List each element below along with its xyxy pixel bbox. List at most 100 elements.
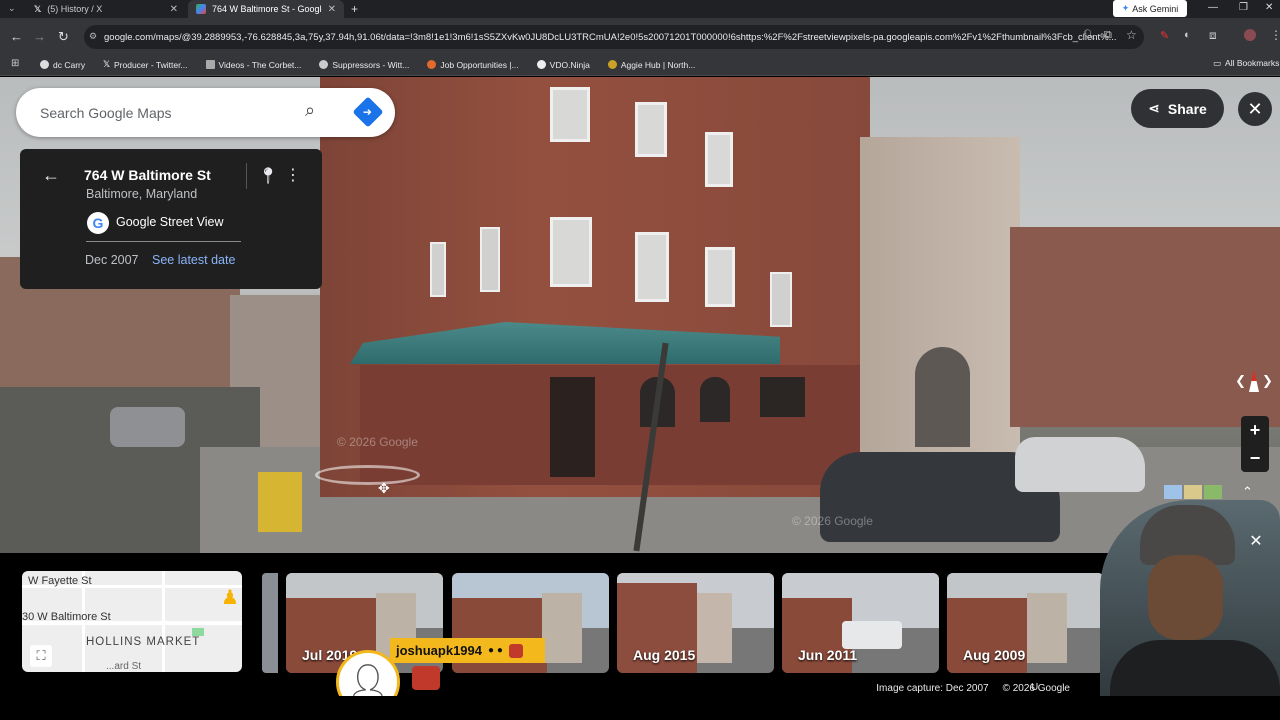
close-street-view-button[interactable]: ✕	[1238, 92, 1272, 126]
tab-google-maps[interactable]: 764 W Baltimore St - Google M ✕	[188, 0, 344, 18]
forward-icon[interactable]: →	[33, 29, 46, 44]
divider	[246, 163, 247, 189]
x-logo-icon: 𝕏	[34, 3, 42, 14]
window	[550, 217, 592, 287]
tab-search-chevron-icon[interactable]: ⌄	[8, 3, 16, 14]
see-latest-date-link[interactable]: See latest date	[152, 253, 235, 267]
bookmark-label: Job Opportunities |...	[440, 59, 519, 70]
window	[550, 87, 590, 142]
new-tab-icon[interactable]: +	[351, 2, 358, 16]
divider	[86, 241, 241, 242]
fullscreen-icon[interactable]: ⛶	[30, 645, 52, 667]
location-pin-icon[interactable]: 📍︎	[258, 166, 278, 186]
expand-chevron-icon[interactable]: ⌃	[1242, 484, 1253, 500]
window	[635, 232, 669, 302]
site-info-icon[interactable]: ⚙	[89, 31, 97, 42]
bottom-bar	[0, 696, 1280, 720]
bookmark-item[interactable]: VDO.Ninja	[536, 60, 590, 70]
timeline-date: Aug 2009	[963, 647, 1026, 663]
search-box[interactable]: Search Google Maps	[16, 88, 395, 137]
all-bookmarks-label: All Bookmarks	[1225, 58, 1280, 68]
bookmark-favicon-icon	[205, 60, 215, 69]
share-button[interactable]: ⋖ Share	[1131, 89, 1224, 128]
bookmark-favicon-icon	[536, 60, 546, 69]
more-options-icon[interactable]: ⋮	[285, 165, 301, 185]
zoom-out-button[interactable]: −	[1241, 444, 1269, 472]
address-bar[interactable]: google.com/maps/@39.2889953,-76.628845,3…	[84, 25, 1144, 49]
bookmark-label: dc Carry	[53, 59, 86, 70]
map-street-label: W Fayette St	[28, 575, 92, 587]
timeline-thumbnail[interactable]: Aug 2009	[947, 573, 1104, 673]
bookmark-item[interactable]: Suppressors - Witt...	[319, 60, 409, 70]
close-icon[interactable]: ✕	[170, 4, 178, 15]
newspaper-box	[258, 472, 302, 532]
timeline-thumb-partial[interactable]	[262, 573, 278, 673]
layer-thumbnails[interactable]: ⌃	[1162, 482, 1270, 502]
close-icon[interactable]: ✕	[328, 4, 336, 15]
install-app-icon[interactable]: ⧉	[1104, 29, 1112, 42]
browser-menu-icon[interactable]: ⋮	[1270, 28, 1280, 42]
apps-grid-icon[interactable]: ⊞	[11, 58, 19, 69]
close-timeline-button[interactable]: ✕	[1244, 530, 1268, 552]
place-info-card: ← 764 W Baltimore St Baltimore, Maryland…	[20, 149, 322, 289]
all-bookmarks[interactable]: ▭ All Bookmarks	[1213, 58, 1279, 69]
maximize-icon[interactable]: ❐	[1239, 2, 1248, 13]
zoom-controls: + −	[1241, 416, 1269, 472]
reload-icon[interactable]: ↻	[58, 29, 69, 45]
layer-thumb[interactable]	[1184, 485, 1202, 499]
place-subtitle: Baltimore, Maryland	[86, 187, 198, 201]
pen-extension-icon[interactable]: ✎	[1160, 29, 1169, 42]
minimize-icon[interactable]: —	[1208, 2, 1218, 13]
share-label: Share	[1167, 100, 1207, 117]
bookmark-label: Aggie Hub | North...	[620, 59, 696, 70]
compass[interactable]: ❮ ❯	[1234, 364, 1274, 398]
back-icon[interactable]: ←	[10, 29, 23, 44]
webcam-face	[1148, 555, 1223, 640]
bookmark-item[interactable]: dc Carry	[40, 60, 85, 70]
tab-history-x[interactable]: 𝕏 (5) History / X ✕	[26, 0, 186, 18]
timeline-date: Aug 2015	[633, 647, 696, 663]
timeline-thumbnail[interactable]: Aug 2015	[617, 573, 774, 673]
layer-thumb[interactable]	[1204, 485, 1222, 499]
emote-icon: ● ●	[488, 645, 503, 656]
compass-left-icon: ❮	[1235, 373, 1246, 388]
back-arrow-icon[interactable]: ←	[42, 165, 60, 186]
pegman-icon[interactable]: ♟	[221, 585, 239, 610]
bookmark-item[interactable]: Aggie Hub | North...	[607, 59, 696, 70]
layer-thumb[interactable]	[1164, 485, 1182, 499]
maps-favicon-icon	[196, 4, 206, 14]
parked-car	[1015, 437, 1145, 492]
extensions-puzzle-icon[interactable]: ⧈	[1209, 28, 1217, 43]
close-icon: ✕	[1249, 533, 1263, 550]
search-icon[interactable]: ⌕	[305, 100, 315, 121]
window	[635, 102, 667, 157]
ask-gemini-button[interactable]: ✦ Ask Gemini	[1113, 0, 1187, 17]
compass-needle-icon	[1249, 370, 1259, 392]
door	[550, 377, 595, 477]
map-street-label: 30 W Baltimore St	[22, 611, 111, 623]
bookmark-item[interactable]: Videos - The Corbet...	[205, 60, 301, 70]
bookmark-item[interactable]: Job Opportunities |...	[427, 59, 519, 70]
minimap[interactable]: W Fayette St 30 W Baltimore St HOLLINS M…	[22, 571, 242, 672]
bookmark-item[interactable]: 𝕏 Producer - Twitter...	[103, 59, 187, 70]
google-logo-icon: G	[87, 212, 109, 234]
timeline-thumbnail[interactable]: Jun 2011	[782, 573, 939, 673]
emote-icon	[508, 643, 523, 658]
profile-avatar[interactable]	[1244, 29, 1256, 41]
source-label: Google Street View	[116, 215, 224, 229]
map-street-label: ...ard St	[106, 661, 142, 672]
window	[430, 242, 446, 297]
chat-username-badge: joshuapk1994 ● ●	[390, 638, 545, 663]
toggle-extension-icon[interactable]: ◐	[1184, 29, 1191, 41]
gemini-sparkle-icon: ✦	[1121, 3, 1130, 13]
tab-title: 764 W Baltimore St - Google M	[211, 4, 322, 14]
zoom-in-button[interactable]: +	[1241, 416, 1269, 444]
footer-link[interactable]: U	[1031, 682, 1038, 693]
window-close-icon[interactable]: ✕	[1265, 2, 1273, 13]
tab-title: (5) History / X	[47, 4, 103, 14]
bookmark-star-icon[interactable]: ☆	[1126, 28, 1137, 42]
ask-gemini-label: Ask Gemini	[1132, 3, 1179, 14]
bookmark-label: Suppressors - Witt...	[332, 59, 410, 70]
window	[705, 132, 733, 187]
zoom-lens-icon[interactable]: 🔍︎	[1083, 30, 1096, 41]
